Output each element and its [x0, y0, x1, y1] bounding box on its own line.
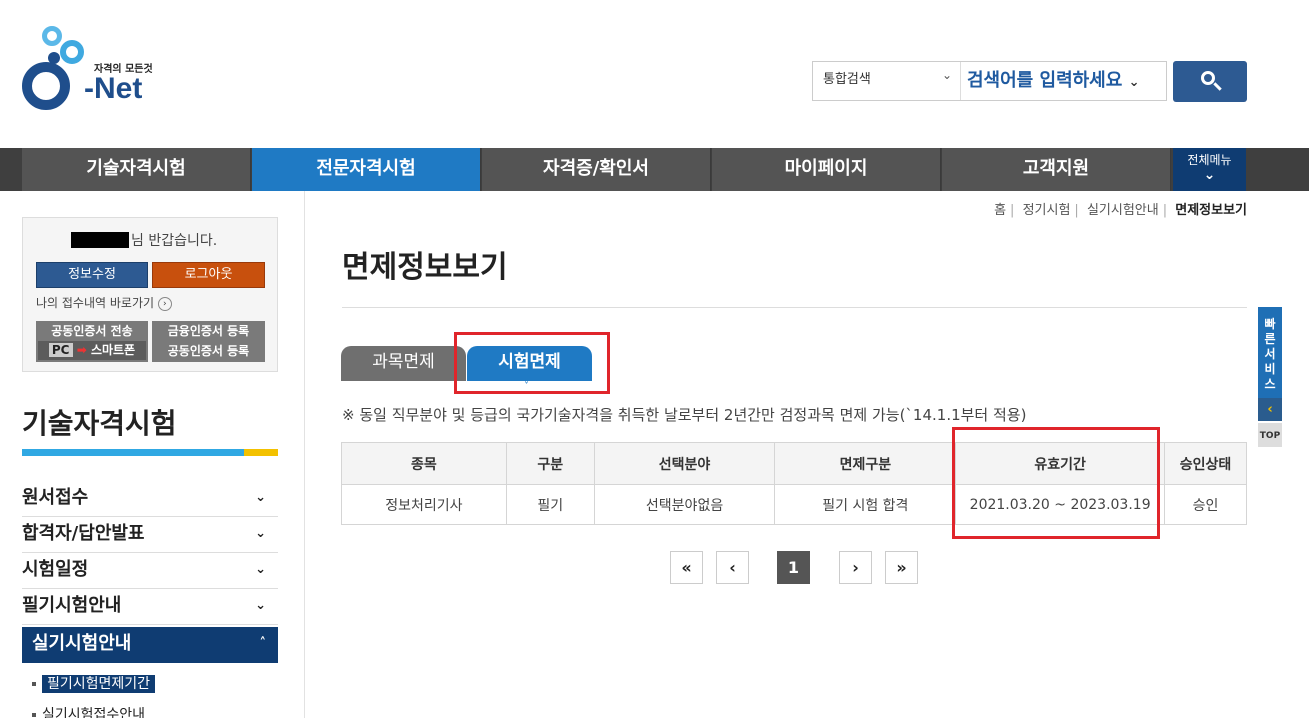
nav-item-tech-exam[interactable]: 기술자격시험: [22, 148, 251, 191]
chevron-down-icon: ⌄: [1203, 167, 1216, 183]
sidebar-item-label: 원서접수: [22, 487, 89, 508]
breadcrumb: 홈 | 정기시험 | 실기시험안내 | 면제정보보기: [994, 199, 1247, 218]
sidebar-item-label: 합격자/답안발표: [22, 523, 145, 544]
bullet-icon: [32, 713, 36, 717]
col-header-exemption-type: 면제구분: [774, 442, 957, 485]
sidebar-item-practical-exam[interactable]: 실기시험안내 ˄: [22, 627, 278, 663]
cert-send-label: 공동인증서 전송: [51, 324, 133, 338]
search-bar: 통합검색 ⌄ 검색어를 입력하세요 ⌄: [812, 61, 1167, 101]
cert-register-joint: 공동인증서 등록: [167, 344, 250, 358]
scroll-top-button[interactable]: TOP: [1258, 423, 1282, 447]
cert-send-direction: PC ➡ 스마트폰: [38, 341, 146, 360]
page-title: 면제정보보기: [342, 250, 508, 285]
logo-ring-q: [22, 62, 70, 110]
logo-ring-small: [42, 26, 62, 46]
smartphone-label: 스마트폰: [90, 343, 136, 357]
submenu-item-exemption-period[interactable]: 필기시험면제기간: [32, 673, 156, 693]
cell-subject: 정보처리기사: [341, 484, 507, 525]
cert-send-button[interactable]: 공동인증서 전송 PC ➡ 스마트폰: [36, 321, 148, 362]
login-box: 님 반갑습니다. 정보수정 로그아웃 나의 접수내역 바로가기 › 공동인증서 …: [22, 217, 278, 372]
cell-type: 필기: [505, 484, 595, 525]
cert-register-button[interactable]: 금융인증서 등록 공동인증서 등록: [152, 321, 265, 362]
sidebar-item-results[interactable]: 합격자/답안발표 ⌄: [22, 517, 278, 553]
pager-first-button[interactable]: «: [670, 551, 703, 584]
logo-ring-medium: [60, 40, 84, 64]
breadcrumb-home[interactable]: 홈: [994, 203, 1006, 218]
receipt-history-link[interactable]: 나의 접수내역 바로가기 ›: [36, 294, 172, 311]
search-button[interactable]: [1173, 61, 1247, 102]
col-header-approval: 승인상태: [1164, 442, 1247, 485]
sidebar-accent-yellow: [244, 449, 278, 456]
breadcrumb-practical-guide[interactable]: 실기시험안내: [1087, 203, 1159, 218]
cert-register-financial: 금융인증서 등록: [167, 324, 250, 338]
redacted-username: [71, 232, 129, 248]
pager-next-button[interactable]: ›: [839, 551, 872, 584]
chevron-right-icon: ›: [157, 296, 172, 311]
sidebar-item-label: 시험일정: [22, 559, 89, 580]
pager-current-page[interactable]: 1: [777, 551, 810, 584]
all-menu-button[interactable]: 전체메뉴 ⌄: [1173, 148, 1246, 191]
col-header-type: 구분: [505, 442, 595, 485]
breadcrumb-separator: |: [1162, 203, 1168, 218]
search-input[interactable]: 검색어를 입력하세요 ⌄: [963, 62, 1166, 100]
chevron-down-icon: ⌄: [255, 562, 266, 577]
chevron-up-icon: ˄: [259, 636, 267, 651]
all-menu-label: 전체메뉴: [1187, 153, 1232, 167]
col-header-subject: 종목: [341, 442, 507, 485]
highlight-box-validity: [952, 427, 1160, 539]
quick-service-label: 빠른서비스: [1264, 317, 1276, 391]
exemption-notice: ※ 동일 직무분야 및 등급의 국가기술자격을 취득한 날로부터 2년간만 검정…: [342, 406, 1027, 424]
pc-label: PC: [48, 343, 73, 357]
chevron-down-icon: ⌄: [255, 598, 266, 613]
search-icon-handle: [1213, 82, 1222, 91]
cell-field: 선택분야없음: [593, 484, 776, 525]
sidebar-item-application[interactable]: 원서접수 ⌄: [22, 481, 278, 517]
cell-approval: 승인: [1164, 484, 1247, 525]
submenu-item-practical-application[interactable]: 실기시험접수안내: [32, 704, 145, 718]
nav-item-support[interactable]: 고객지원: [942, 148, 1171, 191]
sidebar-item-written-exam[interactable]: 필기시험안내 ⌄: [22, 589, 278, 625]
search-placeholder: 검색어를 입력하세요: [967, 70, 1123, 91]
main-nav: 기술자격시험 전문자격시험 자격증/확인서 마이페이지 고객지원 전체메뉴 ⌄: [0, 148, 1309, 191]
nav-item-mypage[interactable]: 마이페이지: [712, 148, 941, 191]
chevron-down-icon: ⌄: [255, 490, 266, 505]
receipt-link-label: 나의 접수내역 바로가기: [36, 296, 155, 310]
pager-prev-button[interactable]: ‹: [716, 551, 749, 584]
col-header-field: 선택분야: [593, 442, 776, 485]
greeting-text: 님 반갑습니다.: [131, 233, 218, 249]
nav-item-professional-exam[interactable]: 전문자격시험: [252, 148, 481, 191]
breadcrumb-current: 면제정보보기: [1175, 203, 1247, 218]
breadcrumb-separator: |: [1074, 203, 1079, 218]
sidebar-item-label: 필기시험안내: [22, 595, 122, 616]
search-scope-value: 통합검색: [823, 72, 871, 87]
bullet-icon: [32, 682, 36, 686]
title-divider: [342, 307, 1247, 308]
breadcrumb-separator: |: [1010, 203, 1015, 218]
logout-button[interactable]: 로그아웃: [152, 262, 265, 288]
nav-item-certificate[interactable]: 자격증/확인서: [482, 148, 711, 191]
pager-last-button[interactable]: »: [885, 551, 918, 584]
edit-profile-button[interactable]: 정보수정: [36, 262, 148, 288]
qnet-logo[interactable]: 자격의 모든것 -Net: [20, 26, 160, 121]
tab-subject-exemption[interactable]: 과목면제: [341, 346, 466, 381]
submenu-label: 필기시험면제기간: [42, 675, 156, 693]
sidebar-title: 기술자격시험: [22, 407, 177, 440]
sidebar-accent-blue: [22, 449, 244, 456]
highlight-box-tab: [454, 332, 610, 394]
search-scope-select[interactable]: 통합검색 ⌄: [813, 62, 961, 100]
chevron-down-icon: ⌄: [255, 526, 266, 541]
logo-text: -Net: [84, 72, 143, 105]
chevron-left-icon[interactable]: ‹: [1258, 398, 1282, 421]
sidebar-item-schedule[interactable]: 시험일정 ⌄: [22, 553, 278, 589]
arrow-right-icon: ➡: [76, 343, 87, 357]
sidebar-item-label: 실기시험안내: [32, 633, 132, 654]
logo-dot: [48, 52, 60, 64]
cell-exemption-type: 필기 시험 합격: [774, 484, 957, 525]
breadcrumb-regular-exam[interactable]: 정기시험: [1023, 203, 1071, 218]
submenu-label: 실기시험접수안내: [42, 707, 146, 718]
sidebar-divider: [304, 191, 305, 718]
chevron-down-icon: ⌄: [941, 68, 952, 82]
chevron-down-icon: ⌄: [1128, 75, 1140, 90]
